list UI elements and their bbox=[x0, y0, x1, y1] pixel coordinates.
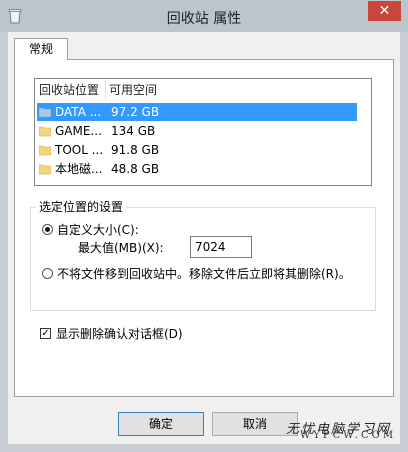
radio-dot bbox=[45, 227, 50, 232]
title-bar: 回收站 属性 ✕ bbox=[0, 0, 408, 32]
folder-icon bbox=[39, 145, 51, 156]
location-name: DATA ... bbox=[55, 105, 102, 119]
custom-size-radio[interactable] bbox=[42, 224, 53, 235]
location-name: GAME... bbox=[55, 124, 102, 138]
ok-button[interactable]: 确定 bbox=[118, 412, 204, 436]
free-space-value: 91.8 GB bbox=[111, 143, 160, 157]
folder-icon bbox=[39, 107, 51, 118]
tab-general[interactable]: 常规 bbox=[14, 38, 68, 60]
list-item[interactable]: GAME... 134 GB bbox=[37, 122, 357, 140]
confirm-delete-checkbox[interactable]: ✓ bbox=[40, 328, 51, 339]
free-space-value: 97.2 GB bbox=[111, 105, 160, 119]
column-header-location[interactable]: 回收站位置 bbox=[39, 79, 105, 101]
close-icon: ✕ bbox=[378, 3, 391, 19]
custom-size-label[interactable]: 自定义大小(C): bbox=[57, 223, 139, 237]
folder-icon bbox=[39, 126, 51, 137]
column-header-free-space[interactable]: 可用空间 bbox=[109, 79, 229, 101]
list-item[interactable]: DATA ... 97.2 GB bbox=[37, 103, 357, 121]
list-item[interactable]: TOOL ... 91.8 GB bbox=[37, 141, 357, 159]
max-size-input[interactable]: 7024 bbox=[190, 236, 252, 258]
watermark-url: WYPCW.COM bbox=[300, 430, 397, 441]
list-item[interactable]: 本地磁... 48.8 GB bbox=[37, 160, 357, 178]
no-recycle-radio[interactable] bbox=[42, 268, 53, 279]
confirm-delete-label[interactable]: 显示删除确认对话框(D) bbox=[56, 327, 183, 341]
column-divider[interactable] bbox=[105, 79, 106, 101]
no-recycle-label[interactable]: 不将文件移到回收站中。移除文件后立即将其删除(R)。 bbox=[57, 267, 351, 281]
location-name: 本地磁... bbox=[55, 162, 103, 176]
free-space-value: 48.8 GB bbox=[111, 162, 160, 176]
window-title: 回收站 属性 bbox=[166, 11, 242, 27]
location-name: TOOL ... bbox=[55, 143, 104, 157]
max-size-label: 最大值(MB)(X): bbox=[78, 241, 164, 255]
free-space-value: 134 GB bbox=[111, 124, 156, 138]
folder-icon bbox=[39, 164, 51, 175]
close-button[interactable]: ✕ bbox=[368, 1, 401, 21]
settings-group-label: 选定位置的设置 bbox=[36, 200, 127, 214]
recycle-location-list[interactable]: 回收站位置 可用空间 DATA ... 97.2 GB GAME... 134 … bbox=[34, 78, 372, 186]
